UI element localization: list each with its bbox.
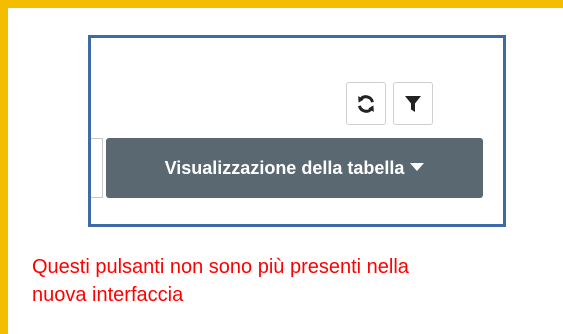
refresh-icon (356, 94, 376, 114)
filter-button[interactable] (393, 82, 433, 125)
adjacent-button-edge[interactable] (91, 138, 103, 198)
annotation-note-line-1: Questi pulsanti non sono più presenti ne… (32, 256, 409, 278)
highlighted-toolbar-screenshot: Visualizzazione della tabella (88, 35, 506, 227)
filter-icon (405, 95, 421, 113)
caret-down-icon (410, 163, 425, 171)
table-view-dropdown-label: Visualizzazione della tabella (164, 157, 405, 178)
annotation-frame: Visualizzazione della tabella Questi pul… (0, 0, 563, 334)
annotation-note: Questi pulsanti non sono più presenti ne… (32, 253, 552, 309)
table-view-dropdown-button[interactable]: Visualizzazione della tabella (106, 138, 483, 198)
annotation-note-line-2: nuova interfaccia (32, 284, 184, 306)
refresh-button[interactable] (346, 82, 386, 125)
